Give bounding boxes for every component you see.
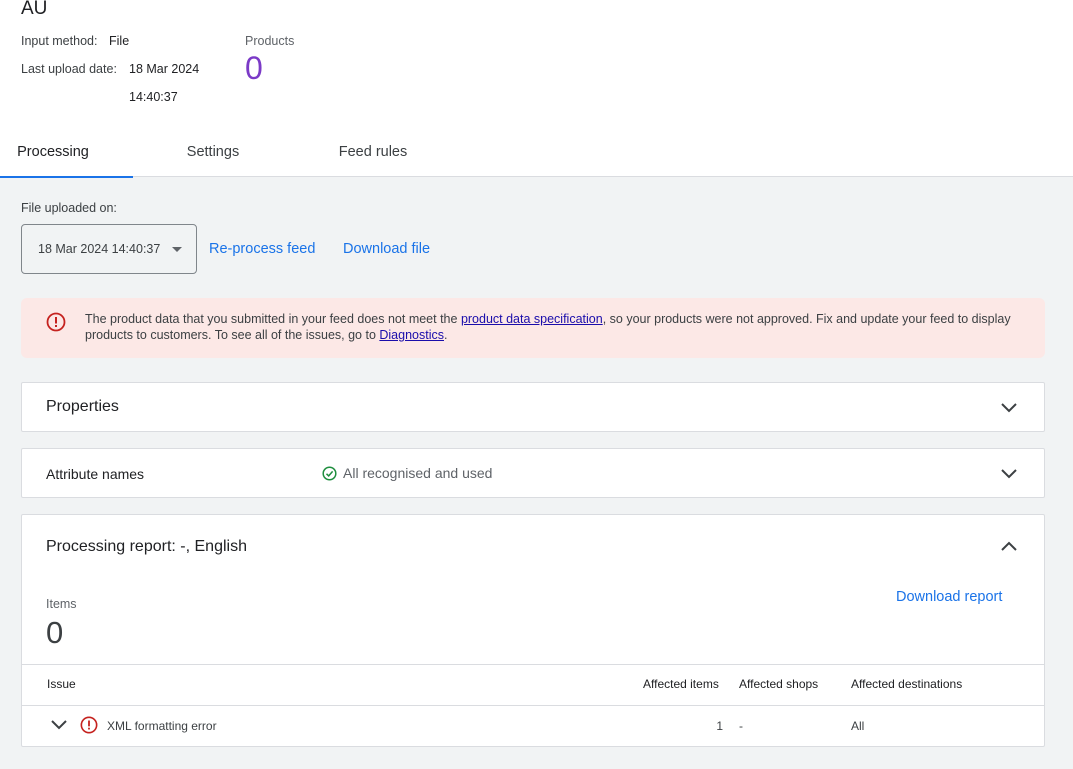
processing-report-card: Processing report: -, English Items 0 Do…: [21, 514, 1045, 747]
chevron-down-icon[interactable]: [1000, 398, 1018, 416]
upload-date-value: 18 Mar 2024 14:40:37: [38, 242, 161, 256]
reprocess-feed-button[interactable]: Re-process feed: [209, 241, 315, 257]
attribute-status-text: All recognised and used: [343, 465, 493, 481]
error-alert: The product data that you submitted in y…: [21, 298, 1045, 358]
download-file-button[interactable]: Download file: [343, 241, 430, 257]
items-label: Items: [46, 597, 77, 611]
diagnostics-link[interactable]: Diagnostics: [379, 328, 444, 342]
column-header-affected-shops[interactable]: Affected shops: [739, 677, 818, 691]
tab-settings[interactable]: Settings: [160, 134, 266, 177]
file-uploaded-label: File uploaded on:: [21, 201, 117, 215]
chevron-up-icon[interactable]: [1000, 538, 1018, 556]
dropdown-arrow-icon: [172, 247, 182, 252]
last-upload-date: 18 Mar 2024: [129, 62, 200, 76]
attribute-names-title: Attribute names: [46, 466, 145, 482]
check-circle-icon: [322, 466, 337, 481]
affected-items-value: 1: [716, 719, 723, 733]
feed-title: AU: [21, 0, 48, 19]
affected-shops-value: -: [739, 719, 743, 733]
chevron-down-icon[interactable]: [1000, 464, 1018, 482]
feed-header: AU Input method: File Last upload date: …: [0, 0, 1073, 178]
properties-card[interactable]: Properties: [21, 382, 1045, 432]
error-icon: [46, 312, 66, 332]
alert-message: The product data that you submitted in y…: [85, 311, 1025, 343]
table-row[interactable]: XML formatting error 1 - All: [22, 706, 1044, 746]
affected-destinations-value: All: [851, 719, 865, 733]
input-method-value: File: [109, 34, 130, 48]
download-report-button[interactable]: Download report: [896, 589, 1002, 605]
processing-report-title: Processing report: -, English: [46, 538, 247, 555]
attribute-names-card[interactable]: Attribute names All recognised and used: [21, 448, 1045, 498]
items-count: 0: [46, 615, 64, 650]
alert-text-part: .: [444, 328, 448, 342]
last-upload-label: Last upload date:: [21, 62, 117, 76]
column-header-affected-items[interactable]: Affected items: [643, 677, 719, 691]
column-header-issue[interactable]: Issue: [47, 677, 76, 691]
attribute-status: All recognised and used: [322, 465, 492, 481]
tab-feed-rules[interactable]: Feed rules: [320, 134, 426, 177]
product-data-spec-link[interactable]: product data specification: [461, 312, 603, 326]
issues-table-header: Issue Affected items Affected shops Affe…: [22, 664, 1044, 706]
alert-text-part: The product data that you submitted in y…: [85, 312, 461, 326]
chevron-down-icon[interactable]: [50, 718, 68, 732]
tab-processing[interactable]: Processing: [0, 134, 106, 177]
error-icon: [80, 716, 98, 734]
upload-date-select[interactable]: 18 Mar 2024 14:40:37: [21, 224, 197, 274]
column-header-affected-destinations[interactable]: Affected destinations: [851, 677, 962, 691]
issue-name: XML formatting error: [107, 719, 217, 733]
products-count: 0: [245, 50, 263, 86]
input-method-label: Input method:: [21, 34, 98, 48]
properties-title: Properties: [46, 398, 119, 415]
products-label: Products: [245, 34, 295, 48]
active-tab-indicator: [0, 176, 133, 178]
last-upload-time: 14:40:37: [129, 90, 178, 104]
